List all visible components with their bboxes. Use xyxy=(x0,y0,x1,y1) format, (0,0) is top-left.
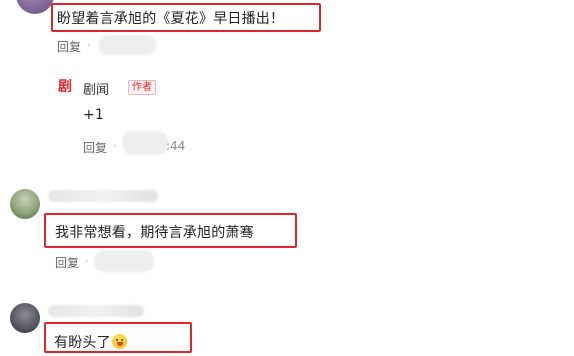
avatar[interactable] xyxy=(10,189,40,219)
avatar[interactable] xyxy=(10,303,40,333)
author-tag: 作者 xyxy=(128,80,156,95)
reply-button[interactable]: 回复 xyxy=(57,38,81,55)
timestamp: :44 xyxy=(166,139,186,153)
separator: · xyxy=(85,254,89,268)
author-badge-icon: 剧 xyxy=(58,79,72,95)
grinning-face-with-tongue-icon xyxy=(111,334,127,349)
author-reply-text: +1 xyxy=(83,107,105,123)
comment-text: 有盼头了 xyxy=(54,332,127,352)
comment-text: 我非常想看，期待言承旭的萧骞 xyxy=(55,225,254,241)
comment-text: 盼望着言承旭的《夏花》早日播出！ xyxy=(57,11,285,27)
avatar[interactable] xyxy=(16,0,54,14)
reply-button[interactable]: 回复 xyxy=(83,139,107,156)
separator: · xyxy=(87,38,91,52)
reply-button[interactable]: 回复 xyxy=(55,254,79,271)
timestamp-blurred xyxy=(122,131,168,155)
comment-text-content: 有盼头了 xyxy=(54,335,111,351)
author-name[interactable]: 剧闻 xyxy=(83,79,109,98)
timestamp-blurred xyxy=(98,35,156,55)
timestamp-blurred xyxy=(94,250,154,272)
separator: · xyxy=(113,139,117,153)
username-blurred xyxy=(48,305,144,317)
username-blurred xyxy=(48,190,158,202)
